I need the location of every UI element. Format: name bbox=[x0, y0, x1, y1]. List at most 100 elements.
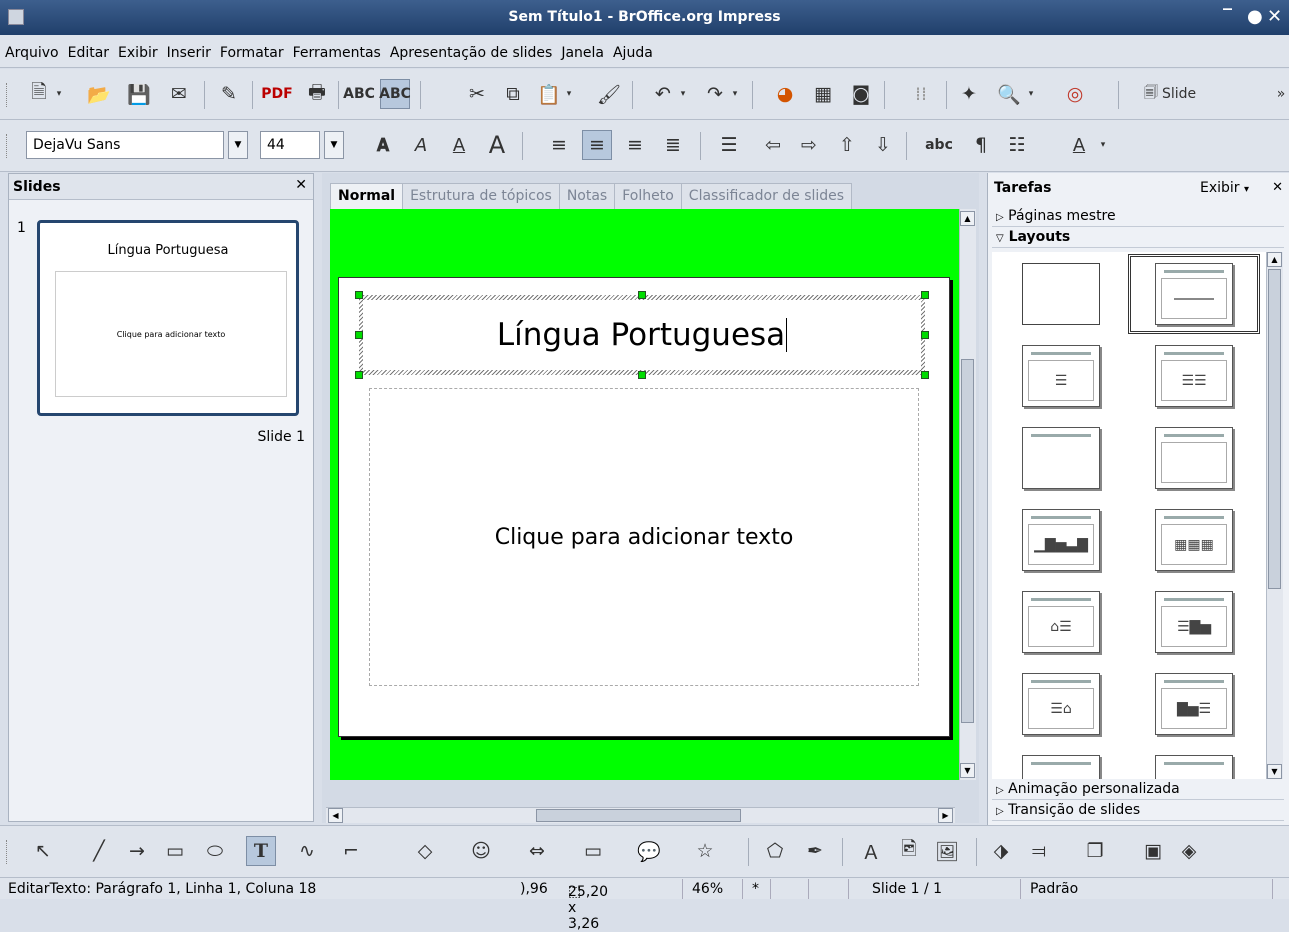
resize-handle[interactable] bbox=[921, 371, 929, 379]
align-objects-icon[interactable]: ⫤ bbox=[1024, 836, 1054, 866]
email-icon[interactable]: ✉ bbox=[164, 79, 194, 109]
layout-title-only[interactable] bbox=[1022, 427, 1100, 489]
toolbar-overflow-icon[interactable]: » bbox=[1266, 79, 1289, 109]
shadow-icon[interactable]: A bbox=[482, 130, 512, 160]
save-icon[interactable]: 💾 bbox=[124, 79, 154, 109]
status-zoom[interactable]: 46% bbox=[692, 881, 723, 897]
print-icon[interactable]: 🖶 bbox=[302, 79, 332, 109]
slide-button[interactable]: 🗐 Slide bbox=[1144, 79, 1224, 109]
chevron-down-icon[interactable]: ▾ bbox=[1096, 130, 1110, 160]
resize-handle[interactable] bbox=[355, 331, 363, 339]
layout-title-text[interactable]: ☰ bbox=[1022, 345, 1100, 407]
layout-title-chart[interactable]: ▁▇▅▃▇ bbox=[1022, 509, 1100, 571]
stars-icon[interactable]: ☆ bbox=[690, 836, 720, 866]
layout-title-table[interactable]: ▦▦▦ bbox=[1155, 509, 1233, 571]
scroll-down-icon[interactable]: ▼ bbox=[960, 763, 975, 778]
task-pane-view-menu[interactable]: Exibir ▾ bbox=[1200, 180, 1249, 196]
slide-thumbnail[interactable]: Língua Portuguesa Clique para adicionar … bbox=[37, 220, 299, 416]
menu-janela[interactable]: Janela bbox=[556, 35, 608, 61]
open-icon[interactable]: 📂 bbox=[84, 79, 114, 109]
table-icon[interactable]: ▦ bbox=[808, 79, 838, 109]
underline-icon[interactable]: A bbox=[444, 130, 474, 160]
rectangle-icon[interactable]: ▭ bbox=[160, 836, 190, 866]
scroll-right-icon[interactable]: ▶ bbox=[938, 808, 953, 823]
spellcheck-icon[interactable]: ABC bbox=[343, 79, 375, 109]
export-pdf-icon[interactable]: PDF bbox=[261, 79, 292, 109]
resize-handle[interactable] bbox=[638, 291, 646, 299]
chart-icon[interactable]: ◕ bbox=[770, 79, 800, 109]
scroll-thumb[interactable] bbox=[1268, 269, 1281, 589]
scroll-left-icon[interactable]: ◀ bbox=[328, 808, 343, 823]
line-icon[interactable]: ╱ bbox=[84, 836, 114, 866]
close-icon[interactable]: ✕ bbox=[295, 177, 307, 193]
select-icon[interactable]: ↖ bbox=[28, 836, 58, 866]
redo-icon[interactable]: ↷ bbox=[700, 79, 730, 109]
scroll-thumb[interactable] bbox=[536, 809, 741, 822]
menu-exibir[interactable]: Exibir bbox=[113, 35, 162, 61]
callouts-icon[interactable]: 💬 bbox=[634, 836, 664, 866]
edit-file-icon[interactable]: ✎ bbox=[214, 79, 244, 109]
chevron-down-icon[interactable]: ▼ bbox=[324, 131, 344, 159]
close-icon[interactable]: ✕ bbox=[1267, 6, 1282, 27]
new-icon[interactable]: 🗎 bbox=[24, 79, 54, 109]
chevron-down-icon[interactable]: ▾ bbox=[1024, 79, 1038, 109]
curve-icon[interactable]: ∿ bbox=[292, 836, 322, 866]
maximize-icon[interactable]: ● bbox=[1247, 6, 1263, 27]
section-slide-transition[interactable]: ▷ Transição de slides bbox=[992, 801, 1284, 821]
slide[interactable]: Língua Portuguesa Clique para adicionar … bbox=[338, 277, 950, 737]
font-color-icon[interactable]: A bbox=[1064, 130, 1094, 160]
vertical-scrollbar[interactable]: ▲ ▼ bbox=[959, 209, 976, 780]
resize-handle[interactable] bbox=[355, 371, 363, 379]
format-paintbrush-icon[interactable]: 🖌 bbox=[594, 79, 624, 109]
justify-icon[interactable]: ≣ bbox=[658, 130, 688, 160]
glue-points-icon[interactable]: ✒ bbox=[800, 836, 830, 866]
basic-shapes-icon[interactable]: ◇ bbox=[410, 836, 440, 866]
layouts-scrollbar[interactable]: ▲ ▼ bbox=[1266, 252, 1283, 779]
align-left-icon[interactable]: ≡ bbox=[544, 130, 574, 160]
arrow-down-icon[interactable]: ⇩ bbox=[868, 130, 898, 160]
slide-title[interactable]: Língua Portuguesa bbox=[363, 300, 921, 370]
flowchart-icon[interactable]: ▭ bbox=[578, 836, 608, 866]
horizontal-scrollbar[interactable]: ◀ ▶ bbox=[326, 807, 955, 823]
bullets-icon[interactable]: ☰ bbox=[714, 130, 744, 160]
autospell-icon[interactable]: ABC bbox=[379, 79, 411, 109]
toolbar-grip[interactable] bbox=[6, 134, 9, 158]
layout-title-only-content[interactable] bbox=[1155, 263, 1233, 325]
minimize-icon[interactable]: ‾ bbox=[1223, 6, 1232, 27]
menu-arquivo[interactable]: Arquivo bbox=[0, 35, 63, 61]
section-layouts[interactable]: ▽ Layouts bbox=[992, 228, 1284, 248]
layout-text-chart[interactable]: ☰▇▅ bbox=[1155, 591, 1233, 653]
from-file-icon[interactable]: 🖻 bbox=[894, 836, 924, 866]
tab-normal[interactable]: Normal bbox=[330, 183, 404, 209]
arrow-left-icon[interactable]: ⇦ bbox=[758, 130, 788, 160]
text-tool-icon[interactable]: T bbox=[246, 836, 276, 866]
layout-blank[interactable] bbox=[1022, 263, 1100, 325]
layout-clipart-text[interactable]: ⌂☰ bbox=[1022, 591, 1100, 653]
close-icon[interactable]: ✕ bbox=[1272, 180, 1283, 195]
shadow-icon[interactable]: ▣ bbox=[1138, 836, 1168, 866]
navigator-icon[interactable]: ✦ bbox=[954, 79, 984, 109]
tab-handout[interactable]: Folheto bbox=[614, 183, 682, 209]
tab-notes[interactable]: Notas bbox=[558, 183, 616, 209]
menu-apresentacao[interactable]: Apresentação de slides bbox=[385, 35, 556, 61]
bold-icon[interactable]: 𝐀 bbox=[368, 130, 398, 160]
layout-chart-text[interactable]: ▇▅☰ bbox=[1155, 673, 1233, 735]
menu-editar[interactable]: Editar bbox=[63, 35, 113, 61]
cut-icon[interactable]: ✂ bbox=[462, 79, 492, 109]
extrusion-icon[interactable]: ⬗ bbox=[986, 836, 1016, 866]
scroll-down-icon[interactable]: ▼ bbox=[1267, 764, 1282, 779]
resize-handle[interactable] bbox=[355, 291, 363, 299]
paragraph-icon[interactable]: ¶ bbox=[966, 130, 996, 160]
align-center-icon[interactable]: ≡ bbox=[582, 130, 612, 160]
italic-icon[interactable]: A bbox=[406, 130, 436, 160]
chevron-down-icon[interactable]: ▾ bbox=[52, 79, 66, 109]
grid-icon[interactable]: ⁞⁞ bbox=[906, 79, 936, 109]
section-custom-animation[interactable]: ▷ Animação personalizada bbox=[992, 780, 1284, 800]
scroll-thumb[interactable] bbox=[961, 359, 974, 723]
arrow-up-icon[interactable]: ⇧ bbox=[832, 130, 862, 160]
toolbar-grip[interactable] bbox=[6, 840, 9, 864]
help-icon[interactable]: ◎ bbox=[1060, 79, 1090, 109]
arrow-right-icon[interactable]: ⇨ bbox=[794, 130, 824, 160]
ellipse-icon[interactable]: ⬭ bbox=[200, 836, 230, 866]
tab-outline[interactable]: Estrutura de tópicos bbox=[402, 183, 560, 209]
